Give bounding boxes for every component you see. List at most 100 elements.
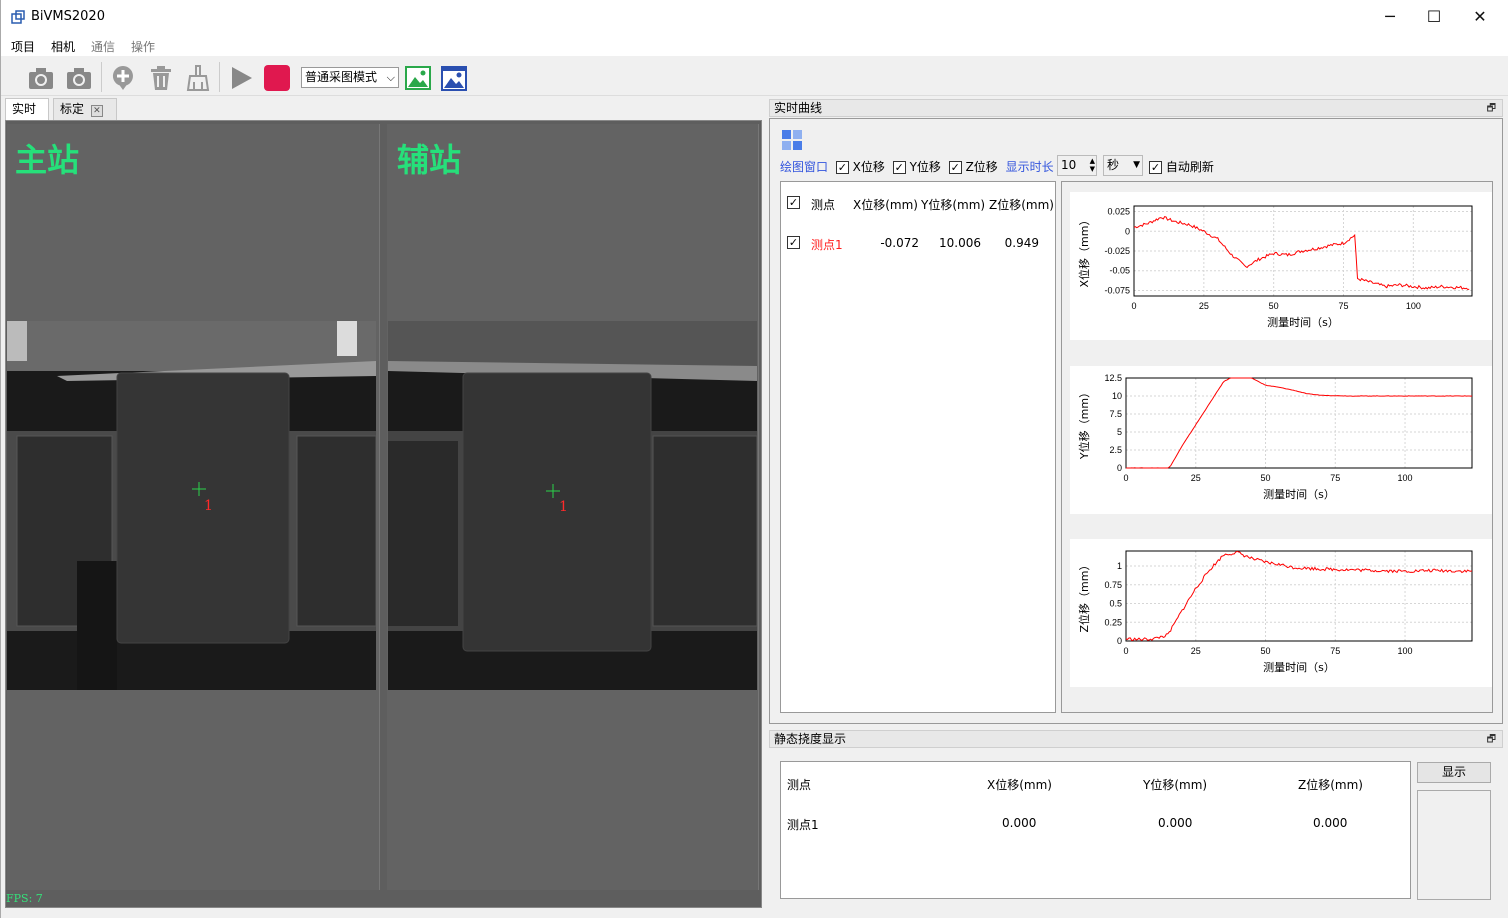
y-tick-label: -0.075: [1104, 285, 1130, 295]
x-checkbox[interactable]: ✓: [835, 161, 849, 174]
y-tick-label: -0.05: [1109, 266, 1130, 276]
menu-camera[interactable]: 相机: [51, 38, 75, 55]
minimize-button[interactable]: ─: [1367, 0, 1413, 34]
curve-dock-header: 实时曲线 🗗: [769, 99, 1503, 117]
marker-number: 1: [559, 499, 568, 515]
x-tick-label: 50: [1261, 646, 1271, 656]
tab-live[interactable]: 实时: [5, 98, 49, 120]
z-checkbox[interactable]: ✓: [948, 161, 962, 174]
y-checkbox[interactable]: ✓: [892, 161, 906, 174]
static-header-y: Y位移(mm): [1143, 778, 1208, 792]
add-point-icon[interactable]: [109, 64, 137, 92]
float-window-icon[interactable]: 🗗: [1487, 101, 1496, 117]
auto-refresh-control[interactable]: ✓ 自动刷新: [1149, 158, 1214, 175]
y-tick-label: 0.25: [1104, 617, 1122, 627]
show-button[interactable]: 显示: [1417, 762, 1491, 783]
data-series-line: [1125, 550, 1473, 642]
x-tick-label: 0: [1123, 646, 1128, 656]
play-icon[interactable]: [227, 64, 255, 92]
chevron-down-icon: ⌵: [386, 71, 395, 84]
y-tick-label: 0: [1117, 463, 1122, 473]
x-axis-label: 测量时间（s）: [1263, 488, 1335, 501]
static-header-x: X位移(mm): [987, 778, 1052, 792]
tab-calibration[interactable]: 标定 ✕: [53, 98, 117, 120]
capture-mode-select[interactable]: 普通采图模式 ⌵: [301, 67, 399, 88]
menu-bar: [1, 34, 1508, 56]
y-tick-label: -0.025: [1104, 246, 1130, 256]
x-tick-label: 100: [1398, 473, 1413, 483]
curve-dock-title: 实时曲线: [774, 101, 823, 115]
x-check-label: X位移: [852, 160, 885, 174]
duration-unit-select[interactable]: 秒 ▼: [1103, 155, 1143, 176]
auto-refresh-checkbox[interactable]: ✓: [1149, 161, 1162, 174]
app-window: BiVMS2020 ─ ☐ ✕ 项目 相机 通信 操作 普通采图模式 ⌵ 实时 …: [0, 0, 1508, 918]
title-bar: [1, 0, 1508, 34]
menu-communication[interactable]: 通信: [91, 38, 115, 55]
y-chart-card: 0 25 50 75 100 12.5 10 7.5 5 2.5 0 测量时间（s） Y位移（mm）: [1070, 366, 1492, 514]
x-axis-label: 测量时间（s）: [1263, 661, 1335, 674]
app-logo-icon: [11, 10, 25, 24]
window-title: BiVMS2020: [31, 9, 105, 24]
image-green-icon[interactable]: [404, 64, 432, 92]
y-tick-label: 0: [1125, 226, 1130, 236]
chart-area: 0 25 50 75 100 0.025 0 -0.025 -0.05 -0.075 测量时间（s）…: [1061, 181, 1493, 713]
static-z-value: 0.000: [1313, 816, 1348, 830]
y-tick-label: 7.5: [1109, 409, 1122, 419]
float-window-icon[interactable]: 🗗: [1487, 732, 1496, 748]
y-axis-label: Z位移（mm）: [1077, 560, 1091, 633]
point-z-value: 0.949: [1004, 236, 1039, 250]
close-icon[interactable]: ✕: [90, 105, 103, 117]
toolbar-separator: [101, 62, 102, 92]
menu-project[interactable]: 项目: [11, 38, 35, 55]
x-tick-label: 75: [1338, 301, 1348, 311]
trash-icon[interactable]: [147, 64, 175, 92]
table-header-x: X位移(mm): [853, 198, 918, 212]
capture-mode-value: 普通采图模式: [305, 70, 378, 84]
x-tick-label: 100: [1398, 646, 1413, 656]
broom-icon[interactable]: [184, 64, 212, 92]
x-tick-label: 0: [1131, 301, 1136, 311]
static-header-point: 测点: [787, 778, 812, 792]
camera-icon[interactable]: [27, 64, 55, 92]
y-tick-label: 12.5: [1104, 373, 1122, 383]
menu-operation[interactable]: 操作: [131, 38, 155, 55]
x-tick-label: 0: [1123, 473, 1128, 483]
static-header-z: Z位移(mm): [1298, 778, 1363, 792]
table-header-point: 测点: [811, 198, 836, 212]
point-x-value: -0.072: [880, 236, 919, 250]
y-tick-label: 2.5: [1109, 445, 1122, 455]
duration-label: 显示时长: [1005, 160, 1054, 174]
toolbar-separator: [219, 62, 220, 92]
static-point-name: 测点1: [787, 818, 819, 832]
maximize-button[interactable]: ☐: [1411, 0, 1457, 34]
duration-value: 10: [1061, 158, 1077, 172]
y-axis-label: Y位移（mm）: [1077, 387, 1091, 460]
point-name[interactable]: 测点1: [811, 236, 843, 253]
static-side-panel: [1417, 790, 1491, 900]
primary-camera-image: 1: [7, 321, 376, 690]
x-tick-label: 75: [1330, 473, 1340, 483]
static-y-value: 0.000: [1158, 816, 1193, 830]
fps-readout: FPS: 7: [6, 892, 43, 905]
layout-grid-icon[interactable]: [781, 129, 803, 151]
y-tick-label: 5: [1117, 427, 1122, 437]
spin-arrows-icon[interactable]: ▲ ▼: [1090, 157, 1095, 173]
static-dock-title: 静态挠度显示: [774, 732, 847, 746]
close-button[interactable]: ✕: [1457, 0, 1503, 34]
duration-spinbox[interactable]: 10 ▲ ▼: [1057, 155, 1097, 176]
y-tick-label: 0.75: [1104, 580, 1122, 590]
plot-frame: [1125, 550, 1473, 642]
x-tick-label: 25: [1191, 646, 1201, 656]
camera-icon[interactable]: [65, 64, 93, 92]
image-blue-icon[interactable]: [440, 64, 468, 92]
plot-window-label: 绘图窗口: [780, 160, 829, 174]
all-points-checkbox[interactable]: ✓: [787, 196, 800, 209]
stop-icon[interactable]: [263, 64, 291, 92]
y-tick-label: 10: [1112, 391, 1122, 401]
point-checkbox[interactable]: ✓: [787, 236, 800, 249]
x-tick-label: 50: [1269, 301, 1279, 311]
x-tick-label: 25: [1199, 301, 1209, 311]
static-x-value: 0.000: [1002, 816, 1037, 830]
duration-unit-value: 秒: [1107, 158, 1120, 172]
x-axis-label: 测量时间（s）: [1267, 316, 1339, 329]
